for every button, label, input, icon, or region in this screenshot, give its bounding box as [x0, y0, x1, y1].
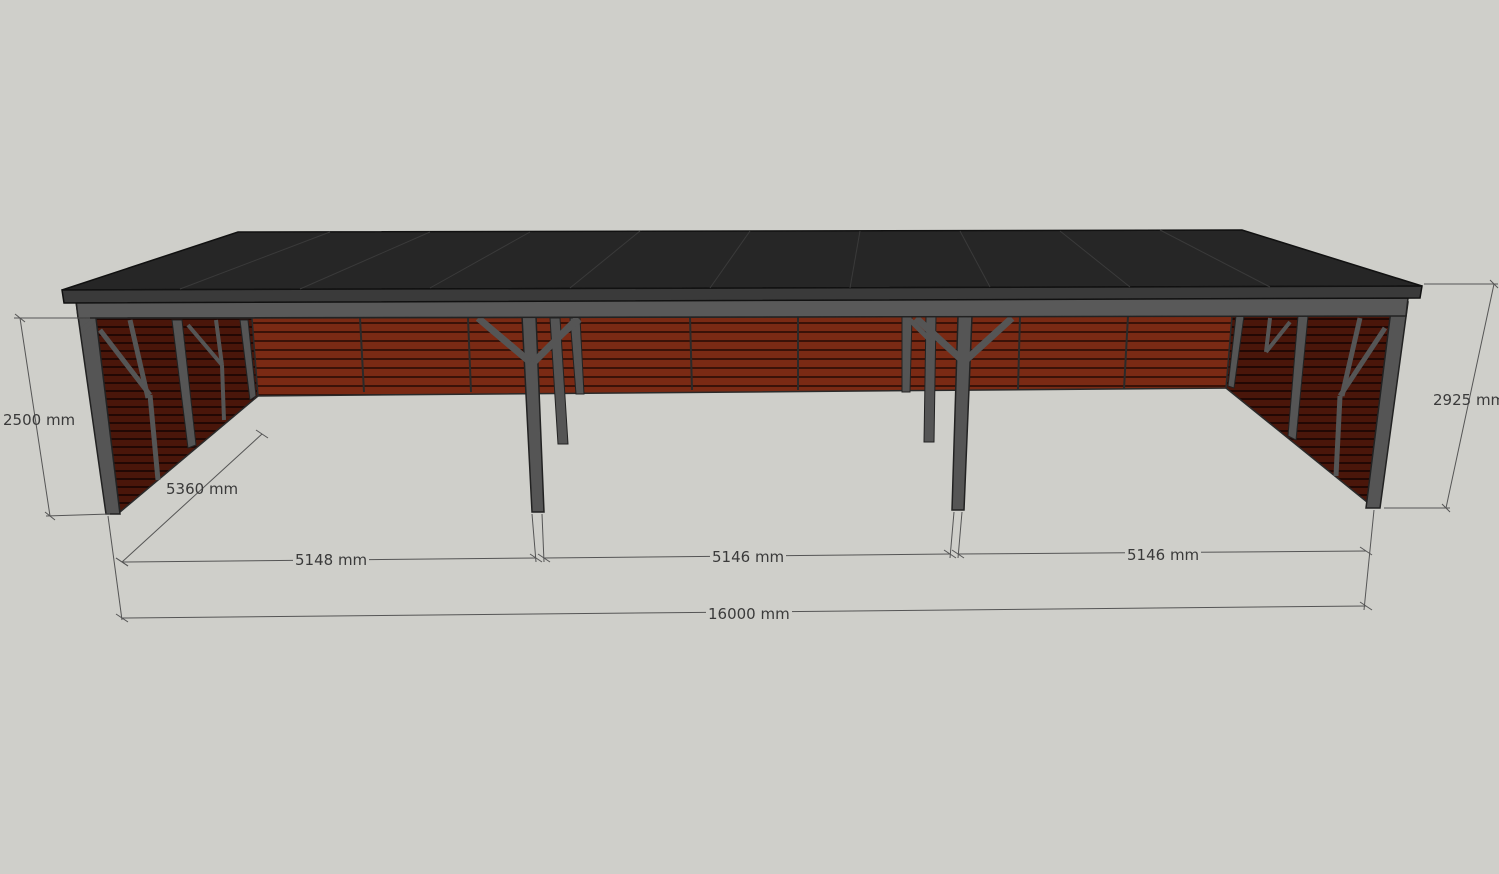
dimension-bay-1: 5148 mm [293, 551, 370, 569]
right-side-wall [1225, 315, 1393, 508]
dimension-bay-2: 5146 mm [710, 548, 787, 566]
dimension-height-total: 2925 mm [1433, 391, 1499, 409]
model-viewport[interactable]: 2500 mm 5360 mm 2925 mm 5148 mm 5146 mm … [0, 0, 1499, 874]
back-wall-cladding [249, 315, 1233, 397]
dimension-depth: 5360 mm [166, 480, 239, 498]
dimension-height-front: 2500 mm [3, 411, 76, 429]
roof [61, 229, 1423, 304]
dimension-bay-3: 5146 mm [1125, 546, 1202, 564]
dimension-total-length: 16000 mm [706, 605, 792, 623]
shed-3d-model[interactable] [0, 0, 1499, 874]
